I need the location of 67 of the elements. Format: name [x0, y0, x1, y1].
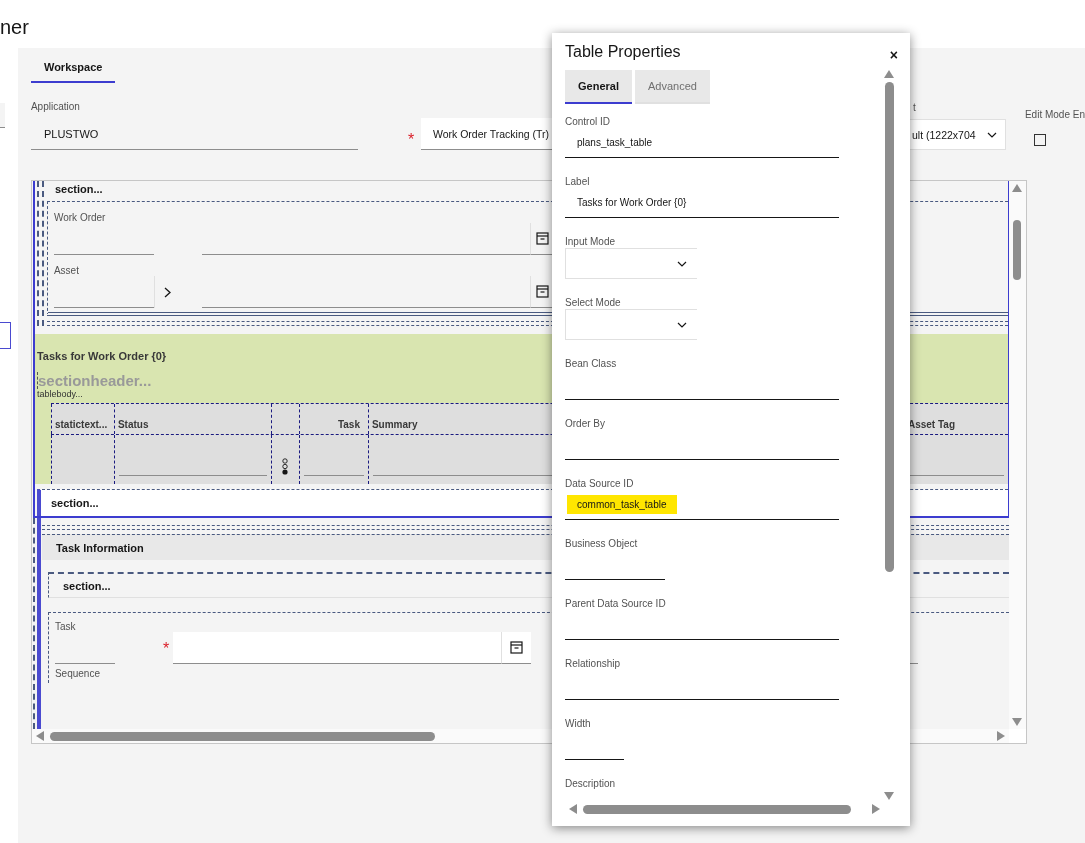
checkbox[interactable]: [1033, 134, 1046, 146]
field-label: Sequence: [54, 668, 101, 679]
field-label: Work Order: [53, 212, 107, 223]
scroll-thumb[interactable]: [583, 804, 851, 814]
required-icon: *: [407, 131, 421, 149]
workspace-tab[interactable]: Workspace: [30, 55, 116, 83]
archive-icon: [536, 232, 550, 245]
chevron-right-icon: [164, 286, 172, 298]
chevron-down-icon: [677, 321, 687, 328]
chevron-down-icon: [986, 131, 997, 138]
field-label: Bean Class: [565, 357, 618, 370]
field-label: Application: [30, 101, 81, 112]
chevron-down-icon: [677, 260, 687, 267]
field-value: plans_task_table: [576, 136, 654, 150]
scroll-thumb[interactable]: [49, 731, 435, 741]
field-label: Edit Mode En: [1024, 109, 1085, 120]
scroll-thumb[interactable]: [1013, 220, 1022, 280]
field-label: Control ID: [565, 115, 611, 128]
scroll-up-icon[interactable]: [884, 70, 894, 78]
field-label: Parent Data Source ID: [565, 597, 667, 610]
scroll-right-icon[interactable]: [872, 804, 880, 814]
highlighted-value: common_task_table: [567, 495, 677, 514]
field-label: Order By: [565, 417, 606, 430]
field-label: Data Source ID: [565, 477, 635, 490]
scroll-down-icon[interactable]: [884, 792, 894, 800]
section-label: section...: [49, 497, 99, 509]
scroll-up-icon[interactable]: [1012, 184, 1023, 192]
select-field[interactable]: [565, 248, 697, 279]
field-label: Label: [565, 175, 591, 188]
section-label: section...: [61, 579, 111, 592]
required-icon: *: [162, 640, 170, 658]
input-field[interactable]: plans_task_table: [565, 128, 839, 158]
tab[interactable]: General: [565, 70, 632, 104]
archive-icon: [510, 641, 524, 654]
section-title: Task Information: [54, 541, 144, 554]
field-label: Input Mode: [565, 235, 617, 248]
input-field[interactable]: [173, 632, 502, 664]
field-value: Tasks for Work Order {0}: [576, 196, 688, 210]
toggle-icon: [282, 458, 289, 476]
scroll-left-icon[interactable]: [35, 731, 44, 741]
archive-icon: [536, 285, 550, 298]
field-label: Width: [565, 717, 592, 730]
scroll-down-icon[interactable]: [1012, 718, 1023, 726]
input-field[interactable]: [0, 103, 5, 128]
lookup-button[interactable]: [501, 632, 532, 664]
close-button[interactable]: ×: [887, 46, 900, 63]
tab[interactable]: Advanced: [634, 70, 710, 104]
scroll-left-icon[interactable]: [569, 804, 577, 814]
field-label: Select Mode: [565, 296, 622, 309]
field-label: Description: [565, 777, 617, 790]
scroll-thumb[interactable]: [884, 82, 894, 572]
page-title: ner: [0, 16, 29, 39]
table-body-label: tablebody...: [36, 389, 84, 399]
field-label: Business Object: [565, 537, 639, 550]
input-field[interactable]: common_task_table: [565, 490, 839, 520]
dialog-title: Table Properties: [565, 42, 681, 61]
application-field[interactable]: PLUSTWO: [30, 118, 358, 150]
field-label: Relationship: [565, 657, 622, 670]
input-field[interactable]: [0, 322, 11, 349]
field-label: Asset: [53, 265, 80, 276]
scroll-right-icon[interactable]: [996, 731, 1005, 741]
application-select[interactable]: Work Order Tracking (Tr): [420, 118, 555, 150]
select-field[interactable]: [565, 309, 697, 340]
field-label: Task: [54, 621, 77, 632]
table-title: Tasks for Work Order {0}: [36, 350, 168, 362]
input-field[interactable]: Tasks for Work Order {0}: [565, 188, 839, 218]
field-label: t: [911, 102, 917, 113]
